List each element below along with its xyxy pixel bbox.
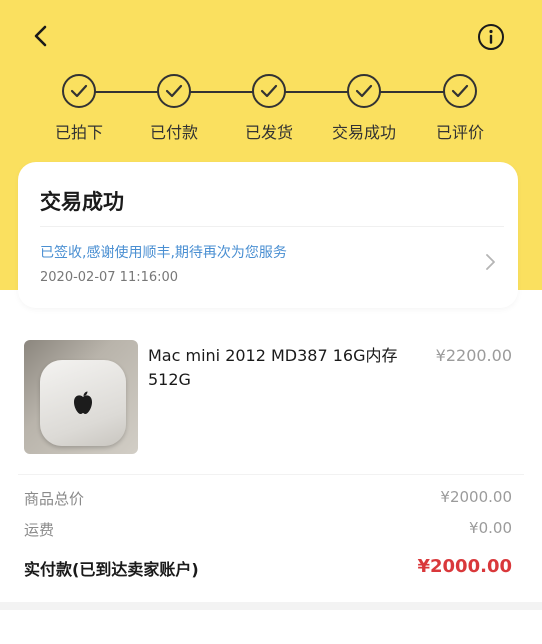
check-icon	[157, 74, 191, 108]
product-title[interactable]: Mac mini 2012 MD387 16G内存 512G	[148, 344, 406, 392]
product-price: ¥2200.00	[435, 346, 512, 365]
step-paid: 已付款	[134, 72, 214, 143]
bottom-separator	[0, 602, 542, 610]
goods-total-label: 商品总价	[24, 490, 85, 508]
goods-total-value: ¥2000.00	[440, 488, 512, 506]
back-button[interactable]	[26, 20, 58, 52]
goods-total-row: 商品总价 ¥2000.00	[24, 488, 512, 512]
status-title: 交易成功	[40, 190, 124, 214]
status-timestamp: 2020-02-07 11:16:00	[40, 270, 179, 285]
chevron-right-icon	[486, 254, 495, 270]
card-divider	[40, 226, 504, 227]
product-image[interactable]	[24, 340, 138, 454]
logistics-detail-button[interactable]	[482, 250, 498, 274]
shipping-fee-value: ¥0.00	[469, 519, 512, 537]
order-status-card: 交易成功 已签收,感谢使用顺丰,期待再次为您服务 2020-02-07 11:1…	[18, 162, 518, 308]
step-label: 交易成功	[331, 123, 396, 142]
shipping-fee-label: 运费	[24, 521, 55, 539]
logistics-message-link[interactable]: 已签收,感谢使用顺丰,期待再次为您服务	[40, 242, 287, 262]
step-ordered: 已拍下	[39, 72, 119, 143]
order-progress: 已拍下 已付款 已发货 交易成功 已评价	[0, 72, 542, 142]
product-item[interactable]: Mac mini 2012 MD387 16G内存 512G ¥2200.00	[0, 330, 542, 460]
amount-paid-label: 实付款(已到达卖家账户)	[24, 560, 199, 579]
apple-logo-icon	[74, 391, 92, 414]
step-reviewed: 已评价	[420, 72, 500, 143]
check-icon	[443, 74, 477, 108]
chevron-left-icon	[34, 25, 47, 47]
amount-paid-value: ¥2000.00	[417, 556, 512, 577]
check-icon	[347, 74, 381, 108]
step-label: 已付款	[149, 123, 198, 142]
mac-mini-picture	[40, 360, 126, 446]
check-icon	[62, 74, 96, 108]
step-label: 已拍下	[54, 123, 103, 142]
step-label: 已评价	[435, 123, 484, 142]
info-circle-icon	[478, 24, 504, 50]
info-button[interactable]	[476, 22, 506, 52]
section-divider	[18, 474, 524, 475]
amount-paid-row: 实付款(已到达卖家账户) ¥2000.00	[24, 556, 512, 580]
step-completed: 交易成功	[324, 72, 404, 143]
step-label: 已发货	[244, 123, 293, 142]
shipping-fee-row: 运费 ¥0.00	[24, 519, 512, 543]
step-shipped: 已发货	[229, 72, 309, 143]
check-icon	[252, 74, 286, 108]
